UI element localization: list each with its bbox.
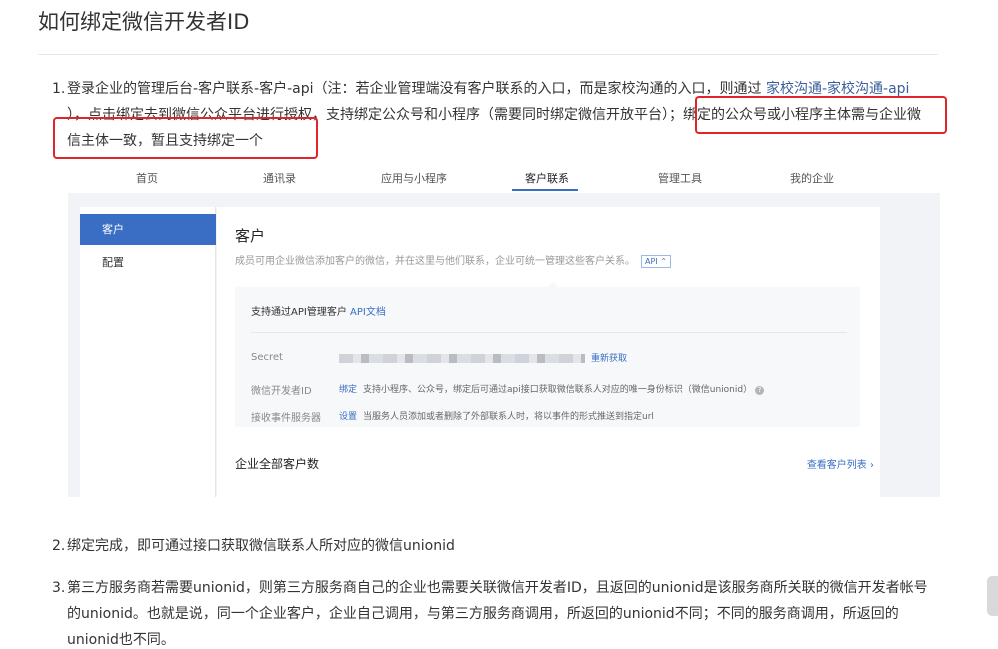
row-label-wechat-dev-id: 微信开发者ID	[251, 386, 312, 397]
api-tag-button[interactable]: API ⌃	[641, 255, 671, 268]
row-label-secret: Secret	[251, 352, 283, 363]
sidebar-item-customer[interactable]: 客户	[80, 214, 216, 245]
bind-link[interactable]: 绑定	[339, 385, 357, 395]
row-value-secret: 重新获取	[339, 351, 633, 364]
panel-divider	[251, 332, 847, 333]
help-icon[interactable]: ?	[755, 386, 765, 395]
nav-my-company[interactable]: 我的企业	[790, 170, 834, 186]
refresh-secret-link[interactable]: 重新获取	[591, 354, 627, 364]
step-number: 1.	[52, 81, 66, 97]
page-title: 如何绑定微信开发者ID	[38, 10, 250, 34]
api-doc-link[interactable]: API文档	[350, 307, 386, 318]
step-number: 2.	[52, 538, 66, 554]
nav-apps[interactable]: 应用与小程序	[381, 170, 447, 186]
step-3-line-1: 第三方服务商若需要unionid，则第三方服务商自己的企业也需要关联微信开发者I…	[67, 580, 928, 596]
view-customer-list-link[interactable]: 查看客户列表 ›	[807, 456, 874, 471]
step-number: 3.	[52, 580, 66, 596]
nav-home[interactable]: 首页	[136, 170, 158, 186]
step-3-line-3: unionid也不同。	[67, 632, 175, 648]
step-3: 3. 第三方服务商若需要unionid，则第三方服务商自己的企业也需要关联微信开…	[52, 575, 942, 649]
title-divider	[38, 54, 938, 55]
customer-count-title: 企业全部客户数	[235, 457, 320, 471]
setup-link[interactable]: 设置	[339, 412, 357, 422]
nav-manage-tools[interactable]: 管理工具	[658, 170, 702, 186]
panel-heading: 支持通过API管理客户 API文档	[251, 307, 386, 318]
row-label-event-server: 接收事件服务器	[251, 413, 321, 424]
main-description: 成员可用企业微信添加客户的微信，并在这里与他们联系，企业可统一管理这些客户关系。…	[235, 252, 671, 268]
highlight-box-right	[695, 96, 947, 134]
secret-masked-value	[339, 354, 585, 363]
nav-customer-contact[interactable]: 客户联系	[525, 170, 569, 186]
main-content: 客户 成员可用企业微信添加客户的微信，并在这里与他们联系，企业可统一管理这些客户…	[217, 207, 880, 497]
embedded-screenshot: 首页 通讯录 应用与小程序 客户联系 管理工具 我的企业 客户 配置 客户 成员…	[68, 163, 940, 497]
row-value-event-server: 设置 当服务人员添加或者删除了外部联系人时，将以事件的形式推送到指定url	[339, 412, 654, 422]
nav-contacts[interactable]: 通讯录	[263, 170, 296, 186]
top-nav: 首页 通讯录 应用与小程序 客户联系 管理工具 我的企业	[68, 163, 940, 193]
sidebar: 客户 配置	[80, 207, 216, 497]
api-panel: 支持通过API管理客户 API文档 Secret 重新获取 微信开发者ID 绑定…	[235, 287, 860, 427]
highlight-box-left	[53, 117, 318, 159]
row-value-wechat-dev-id: 绑定 支持小程序、公众号，绑定后可通过api接口获取微信联系人对应的唯一身份标识（…	[339, 382, 765, 395]
nav-active-underline	[512, 189, 578, 191]
step-2-text: 绑定完成，即可通过接口获取微信联系人所对应的微信unionid	[67, 538, 455, 554]
link-jiaxiao[interactable]: 家校沟通-家校沟通-api	[762, 81, 909, 97]
step-2: 2. 绑定完成，即可通过接口获取微信联系人所对应的微信unionid	[52, 533, 942, 559]
scrollbar-thumb[interactable]	[987, 576, 998, 616]
main-title: 客户	[235, 227, 266, 245]
sidebar-item-config[interactable]: 配置	[80, 247, 216, 278]
step-3-line-2: 的unionid。也就是说，同一个企业客户，企业自己调用，与第三方服务商调用，所…	[67, 606, 899, 622]
